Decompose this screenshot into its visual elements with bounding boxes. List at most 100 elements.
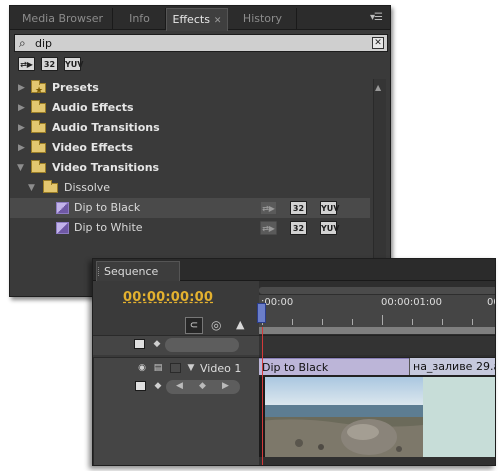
expand-triangle-icon[interactable]: ▶: [18, 138, 25, 158]
clip-thumbnail[interactable]: [259, 377, 423, 457]
tree-item-video-effects[interactable]: ▶ Video Effects: [10, 138, 370, 158]
yuv-filter-button[interactable]: YUV: [64, 57, 83, 71]
yuv-badge: YUV: [320, 201, 339, 215]
collapse-triangle-icon[interactable]: ▼: [17, 158, 24, 178]
yuv-badge: YUV: [320, 221, 339, 235]
folder-icon: [31, 160, 46, 173]
tree-item-audio-effects[interactable]: ▶ Audio Effects: [10, 98, 370, 118]
ruler-tick: [292, 319, 293, 325]
playhead-line: [262, 327, 263, 465]
tree-item-label: Dip to Black: [74, 201, 141, 214]
previous-keyframe-icon[interactable]: ◀: [176, 380, 183, 393]
accelerated-icon: ⇄▶: [260, 221, 277, 235]
tree-item-dip-to-white[interactable]: Dip to White ⇄▶ 32 YUV: [10, 218, 370, 238]
folder-icon: [43, 180, 58, 193]
tree-item-audio-transitions[interactable]: ▶ Audio Transitions: [10, 118, 370, 138]
close-icon[interactable]: ✕: [214, 16, 222, 26]
ruler-tick: [322, 319, 323, 325]
search-input[interactable]: [35, 36, 355, 50]
zoom-scroll-bar[interactable]: [259, 287, 495, 294]
add-marker-icon[interactable]: ◎: [211, 318, 221, 332]
display-style-box[interactable]: [135, 381, 146, 391]
accelerated-icon: ⇄▶: [260, 201, 277, 215]
scroll-up-icon[interactable]: ▲: [375, 83, 381, 92]
tree-item-dip-to-black[interactable]: Dip to Black ⇄▶ 32 YUV: [10, 198, 370, 218]
keyframe-diamond-icon[interactable]: ◆: [152, 381, 164, 392]
tree-item-label: Presets: [52, 81, 99, 94]
collapse-triangle-icon[interactable]: ▼: [185, 363, 197, 374]
preset-folder-icon: ★: [31, 80, 46, 96]
timeline-tab-bar: Sequence 01✕: [93, 259, 495, 297]
tree-item-label: Audio Effects: [52, 101, 134, 114]
tree-item-dissolve[interactable]: ▼ Dissolve: [10, 178, 370, 198]
sync-lock-icon[interactable]: ▤: [152, 363, 164, 374]
keyframe-navigator[interactable]: [165, 338, 239, 352]
expand-triangle-icon[interactable]: ▶: [18, 98, 25, 118]
transition-icon: [56, 202, 69, 214]
ruler-label: 00:00:01:00: [381, 297, 443, 308]
expand-triangle-icon[interactable]: ▶: [18, 78, 25, 98]
effects-tab-bar: Media Browser Info Effects ✕ History ▾☰: [10, 6, 390, 31]
transition-icon: [56, 222, 69, 234]
ruler-tick: [442, 319, 443, 325]
seascape-thumbnail-image: [259, 377, 423, 457]
32-bit-filter-button[interactable]: 32: [41, 57, 58, 71]
tab-info[interactable]: Info: [114, 8, 166, 30]
track-name: Video 1: [200, 362, 242, 375]
panel-menu-icon[interactable]: ▾☰: [370, 12, 383, 23]
next-keyframe-icon[interactable]: ▶: [222, 380, 229, 393]
collapse-triangle-icon[interactable]: ▼: [28, 178, 35, 198]
tree-item-label: Audio Transitions: [52, 121, 160, 134]
tab-history[interactable]: History: [229, 8, 297, 30]
search-icon: ⌕: [19, 36, 26, 50]
track-area-above[interactable]: [259, 335, 495, 355]
work-area-bar[interactable]: [259, 327, 495, 334]
ruler-tick: [472, 319, 473, 325]
playhead-handle[interactable]: [257, 303, 266, 323]
effects-panel: Media Browser Info Effects ✕ History ▾☰ ⌕…: [9, 5, 391, 297]
32-bit-badge: 32: [290, 221, 307, 235]
clip-title[interactable]: на_заливе 29.avi: [409, 358, 495, 375]
ruler-tick: [382, 315, 383, 325]
tree-item-label: Dissolve: [64, 181, 111, 194]
ruler-label: 00:00:02:00: [487, 297, 495, 308]
collapse-toggle-box[interactable]: [134, 339, 145, 349]
clear-search-icon[interactable]: ✕: [372, 37, 384, 49]
folder-icon: [31, 140, 46, 153]
folder-icon: [31, 120, 46, 133]
clip-after-thumbnail[interactable]: [423, 377, 495, 457]
32-bit-badge: 32: [290, 201, 307, 215]
tab-effects[interactable]: Effects ✕: [166, 8, 228, 31]
timeline-panel: Sequence 01✕ 00:00:00:00 ⊂ ◎ ▲ ◆ ◉ ▤ ▼ V…: [92, 258, 496, 466]
timecode-display[interactable]: 00:00:00:00: [123, 290, 213, 305]
accelerated-effects-filter-icon[interactable]: ⇄▶: [18, 57, 35, 71]
folder-icon: [31, 100, 46, 113]
time-ruler[interactable]: :00:00 00:00:01:00 00:00:02:00: [257, 295, 495, 327]
tree-item-presets[interactable]: ▶ ★ Presets: [10, 78, 370, 98]
tab-media-browser[interactable]: Media Browser: [13, 8, 113, 30]
track-area-video-1[interactable]: Dip to Black на_заливе 29.avi: [259, 357, 495, 465]
track-header-above: ◆: [93, 335, 259, 355]
snap-button[interactable]: ⊂: [185, 317, 203, 334]
timeline-controls: 00:00:00:00 ⊂ ◎ ▲ ◆ ◉ ▤ ▼ Video 1 ◆ ◀ ◆ …: [93, 281, 259, 465]
keyframe-diamond-icon[interactable]: ◆: [151, 339, 163, 350]
expand-triangle-icon[interactable]: ▶: [18, 118, 25, 138]
effects-tree: ▶ ★ Presets ▶ Audio Effects ▶ Audio Tran…: [10, 78, 370, 238]
add-keyframe-icon[interactable]: ◆: [199, 380, 206, 393]
tree-item-label: Dip to White: [74, 221, 143, 234]
filter-row: ⇄▶ 32 YUV: [18, 57, 87, 75]
tab-sequence[interactable]: Sequence 01✕: [96, 261, 180, 297]
tab-effects-label: Effects: [172, 13, 210, 26]
timeline-tracks: :00:00 00:00:01:00 00:00:02:00 Dip to Bl…: [257, 281, 495, 465]
keyframe-navigator[interactable]: ◀ ◆ ▶: [166, 380, 240, 394]
transition-dip-to-black[interactable]: Dip to Black: [259, 358, 409, 375]
search-box: ⌕ ✕: [14, 34, 388, 52]
ruler-tick: [412, 319, 413, 325]
tree-item-label: Video Effects: [52, 141, 134, 154]
ruler-tick: [352, 319, 353, 325]
eye-icon[interactable]: ◉: [136, 363, 148, 374]
lock-toggle-box[interactable]: [170, 363, 181, 373]
drag-grip-icon[interactable]: [98, 267, 101, 276]
set-encore-marker-icon[interactable]: ▲: [236, 318, 244, 331]
tree-item-video-transitions[interactable]: ▼ Video Transitions: [10, 158, 370, 178]
